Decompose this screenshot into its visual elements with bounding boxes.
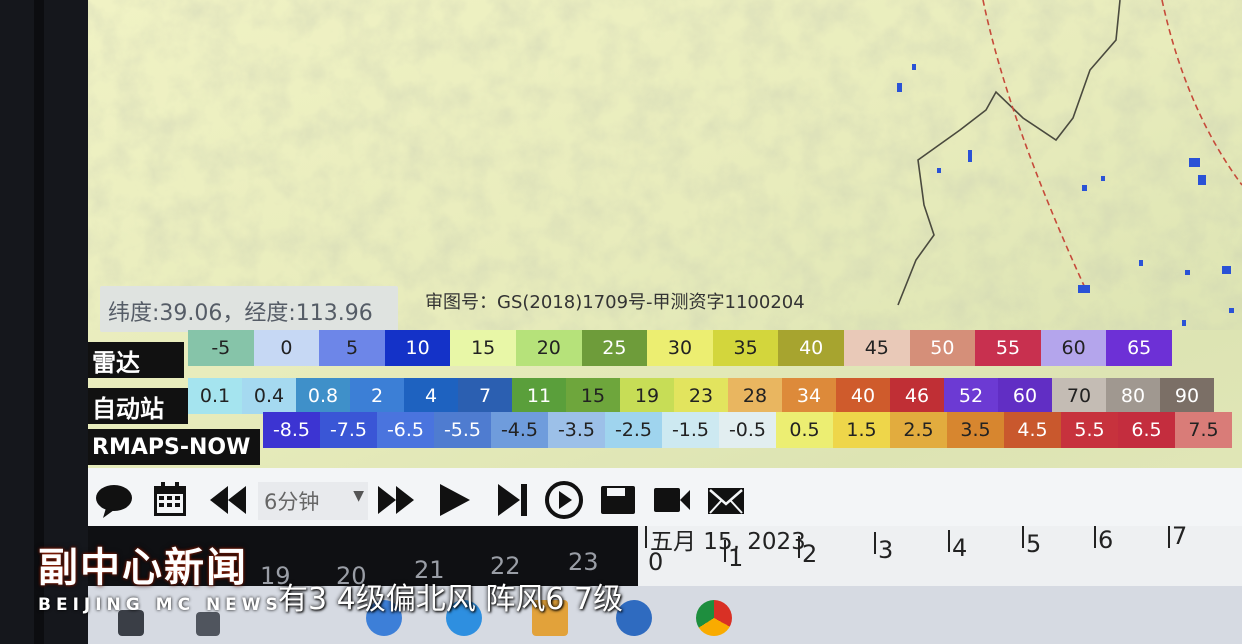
logo-english: BEIJING MC NEWS: [38, 595, 283, 615]
legend-cell: 1.5: [833, 412, 890, 448]
legend-cell: 15: [566, 378, 620, 414]
timeline-tick: [1022, 526, 1024, 548]
timeline-tick: [1168, 526, 1170, 548]
legend-cell: -6.5: [377, 412, 434, 448]
legend-cell: 4: [404, 378, 458, 414]
legend-label-rmaps: RMAPS-NOW: [88, 429, 260, 465]
legend-cell: 0.4: [242, 378, 296, 414]
legend-cell: 30: [647, 330, 713, 366]
legend-label-radar: 雷达: [88, 342, 184, 378]
record-icon[interactable]: [544, 480, 584, 520]
legend-cell: 11: [512, 378, 566, 414]
save-icon[interactable]: [598, 480, 638, 520]
channel-logo: 副中心新闻 BEIJING MC NEWS: [38, 535, 283, 615]
legend-cell: 28: [728, 378, 782, 414]
task-view-icon[interactable]: [196, 612, 220, 636]
chrome-icon[interactable]: [696, 600, 732, 636]
legend-cell: -4.5: [491, 412, 548, 448]
legend-cell: -0.5: [719, 412, 776, 448]
legend-cell: -1.5: [662, 412, 719, 448]
legend-cell: -2.5: [605, 412, 662, 448]
timeline-hour: 1: [728, 544, 744, 572]
timeline-hour: 4: [952, 534, 968, 562]
legend-cell: 3.5: [947, 412, 1004, 448]
legend-cell: 10: [384, 330, 451, 366]
legend-cell: 46: [890, 378, 944, 414]
chevron-down-icon: ▼: [353, 488, 364, 504]
logo-chinese: 副中心新闻: [38, 545, 248, 591]
play-icon[interactable]: [434, 480, 474, 520]
timeline-tick: [645, 526, 647, 548]
timeline-tick: [724, 540, 726, 562]
interval-select[interactable]: 6分钟 ▼: [258, 482, 368, 520]
news-subtitle: 有3 4级偏北风 阵风6 7级: [278, 582, 623, 617]
legend-cell: 6.5: [1118, 412, 1175, 448]
legend-cell: -5: [188, 330, 254, 366]
legend-cell: 80: [1106, 378, 1160, 414]
legend-cell: 60: [998, 378, 1052, 414]
legend-cell: 55: [975, 330, 1041, 366]
map-approval-number: 审图号：GS(2018)1709号-甲测资字1100204: [425, 292, 805, 313]
rewind-icon[interactable]: [208, 480, 248, 520]
video-icon[interactable]: [652, 480, 692, 520]
legend-cell: 34: [782, 378, 836, 414]
calendar-icon[interactable]: [150, 480, 190, 520]
timeline-tick: [948, 530, 950, 552]
legend-cell: 40: [836, 378, 890, 414]
legend-cell: 25: [581, 330, 648, 366]
timeline-tick: [1094, 526, 1096, 548]
legend-cell: 90: [1160, 378, 1214, 414]
fast-forward-icon[interactable]: [376, 480, 416, 520]
legend-cell: 35: [712, 330, 779, 366]
legend-cell: -8.5: [263, 412, 320, 448]
legend-cell: 0.8: [296, 378, 350, 414]
legend-cell: 5.5: [1061, 412, 1118, 448]
timeline-hour: 3: [878, 536, 894, 564]
legend-cell: 5: [319, 330, 385, 366]
legend-cell: 7.5: [1175, 412, 1232, 448]
skip-to-end-icon[interactable]: [492, 480, 532, 520]
legend-cell: 2.5: [890, 412, 947, 448]
legend-cell: 7: [458, 378, 512, 414]
timeline-hour: 2: [802, 540, 818, 568]
coordinate-readout: 纬度:39.06，经度:113.96: [108, 301, 373, 326]
interval-value: 6分钟: [264, 490, 320, 514]
timeline-hour: 5: [1026, 530, 1042, 558]
legend-cell: 50: [909, 330, 976, 366]
legend-cell: 20: [516, 330, 582, 366]
timeline-hour: 6: [1098, 526, 1114, 554]
chat-icon[interactable]: [94, 480, 134, 520]
timeline-hour: 0: [648, 548, 664, 576]
legend-cell: 65: [1106, 330, 1172, 366]
legend-label-station: 自动站: [88, 388, 188, 424]
legend-cell: 2: [350, 378, 404, 414]
legend-cell: 4.5: [1004, 412, 1061, 448]
legend-cell: 52: [944, 378, 998, 414]
legend-cell: 70: [1052, 378, 1106, 414]
legend-cell: 0.5: [776, 412, 833, 448]
legend-cell: 0: [253, 330, 320, 366]
legend-cell: 19: [620, 378, 674, 414]
legend-cell: 60: [1040, 330, 1107, 366]
timeline-hour: 7: [1172, 522, 1188, 550]
legend-cell: 0.1: [188, 378, 242, 414]
legend-cell: 40: [778, 330, 844, 366]
mail-icon[interactable]: [706, 480, 746, 520]
legend-cell: -7.5: [320, 412, 377, 448]
timeline-tick: [798, 536, 800, 558]
legend-cell: -5.5: [434, 412, 491, 448]
legend-cell: -3.5: [548, 412, 605, 448]
legend-cell: 23: [674, 378, 728, 414]
legend-cell: 45: [844, 330, 910, 366]
timeline-tick: [874, 532, 876, 554]
legend-cell: 15: [450, 330, 516, 366]
timeline-hour: 23: [568, 548, 599, 576]
